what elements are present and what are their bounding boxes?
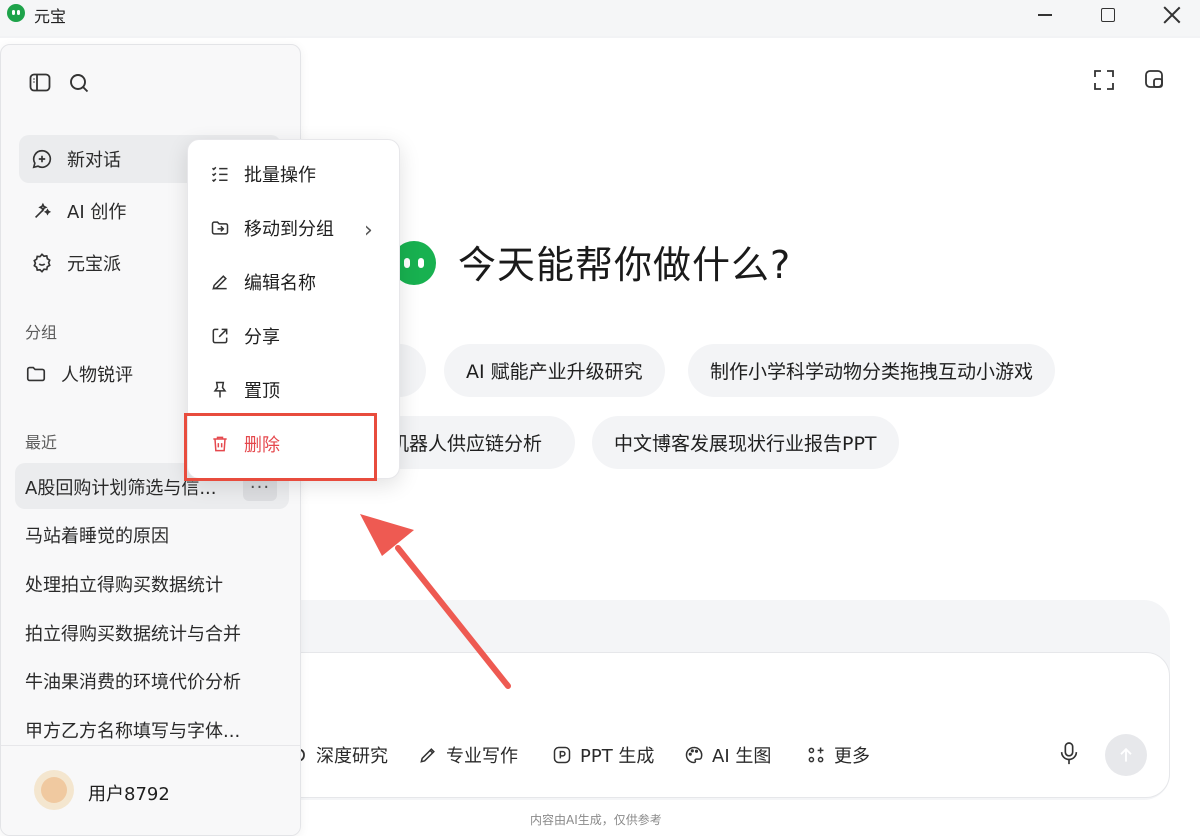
recent-item[interactable]: 牛油果消费的环境代价分析	[25, 668, 265, 694]
suggestion-chip[interactable]: 中文博客发展现状行业报告PPT	[592, 416, 899, 469]
ai-disclaimer: 内容由AI生成，仅供参考	[530, 813, 662, 827]
menu-item-label: 移动到分组	[244, 219, 334, 240]
grid-more-icon	[808, 747, 824, 763]
avatar[interactable]	[34, 770, 74, 810]
tool-label: 专业写作	[446, 746, 518, 767]
maximize-button[interactable]	[1079, 0, 1137, 30]
group-item[interactable]: 人物锐评	[25, 361, 133, 387]
send-button[interactable]	[1105, 734, 1147, 776]
menu-item-label: 批量操作	[244, 165, 316, 186]
magic-wand-icon	[34, 202, 52, 219]
menu-item-label: 置顶	[244, 381, 280, 402]
arrow-up-icon	[1120, 747, 1132, 762]
recent-item[interactable]: 拍立得购买数据统计与合并	[25, 620, 265, 646]
groups-heading: 分组	[25, 323, 58, 342]
ppt-generate-button[interactable]: PPT 生成	[552, 740, 654, 770]
palette-icon	[685, 746, 703, 764]
move-folder-icon	[211, 221, 229, 235]
microphone-icon[interactable]	[1058, 741, 1080, 767]
recent-item[interactable]: 处理拍立得购买数据统计	[25, 571, 265, 597]
community-icon	[33, 253, 51, 273]
avatar-face-icon	[41, 777, 67, 803]
tool-label: 更多	[834, 746, 870, 767]
suggestion-chip[interactable]: 制作小学科学动物分类拖拽互动小游戏	[688, 344, 1056, 397]
fullscreen-icon[interactable]	[1092, 68, 1116, 92]
menu-item-batch[interactable]: 批量操作	[210, 159, 316, 189]
ppt-icon	[553, 746, 571, 764]
hero: 今天能帮你做什么?	[392, 234, 792, 289]
ai-image-button[interactable]: AI 生图	[684, 740, 771, 770]
menu-item-pin[interactable]: 置顶	[210, 375, 280, 405]
app-logo-icon	[7, 4, 25, 22]
hero-title: 今天能帮你做什么?	[458, 243, 792, 287]
deep-research-button[interactable]: 深度研究	[296, 740, 388, 770]
suggestion-chip[interactable]: AI 赋能产业升级研究	[444, 344, 665, 397]
tool-label: 深度研究	[316, 746, 388, 767]
pro-writing-button[interactable]: 专业写作	[418, 740, 518, 770]
menu-item-share[interactable]: 分享	[210, 321, 280, 351]
chat-input[interactable]	[254, 652, 1170, 798]
sidebar-toggle-icon[interactable]	[28, 71, 52, 95]
user-name: 用户8792	[88, 784, 170, 805]
chevron-right-icon: ›	[364, 218, 373, 243]
close-icon	[1163, 6, 1181, 24]
more-tools-button[interactable]: 更多	[806, 740, 870, 770]
annotation-highlight-box	[184, 413, 377, 481]
group-label: 人物锐评	[61, 365, 133, 386]
search-icon[interactable]	[67, 71, 91, 95]
sidebar-item-label: 元宝派	[67, 254, 121, 275]
menu-item-move-to-group[interactable]: 移动到分组	[210, 213, 334, 243]
recent-heading: 最近	[25, 433, 58, 452]
title-bar: 元宝	[0, 0, 1200, 36]
chat-plus-icon	[32, 149, 52, 169]
checklist-icon	[211, 166, 228, 183]
minimize-icon	[1038, 14, 1052, 16]
pen-icon	[420, 748, 435, 763]
yuanbao-logo-icon	[392, 236, 436, 288]
app-title: 元宝	[34, 7, 67, 26]
recent-item[interactable]: 马站着睡觉的原因	[25, 522, 265, 548]
sidebar-item-label: 新对话	[67, 150, 121, 171]
minimize-button[interactable]	[1016, 0, 1074, 30]
tool-label: AI 生图	[712, 746, 772, 767]
new-window-icon[interactable]	[1143, 68, 1167, 92]
maximize-icon	[1101, 8, 1115, 22]
menu-item-label: 编辑名称	[244, 273, 316, 294]
recent-item[interactable]: 甲方乙方名称填写与字体...	[25, 717, 265, 743]
pin-icon	[213, 381, 227, 398]
pencil-icon	[212, 275, 227, 290]
folder-icon	[26, 366, 46, 382]
menu-item-label: 分享	[244, 327, 280, 348]
share-icon	[212, 328, 228, 344]
tool-label: PPT 生成	[580, 746, 655, 767]
close-button[interactable]	[1143, 0, 1200, 30]
menu-item-rename[interactable]: 编辑名称	[210, 267, 316, 297]
sidebar-item-label: AI 创作	[67, 202, 127, 223]
user-profile[interactable]: 用户8792	[1, 745, 300, 835]
